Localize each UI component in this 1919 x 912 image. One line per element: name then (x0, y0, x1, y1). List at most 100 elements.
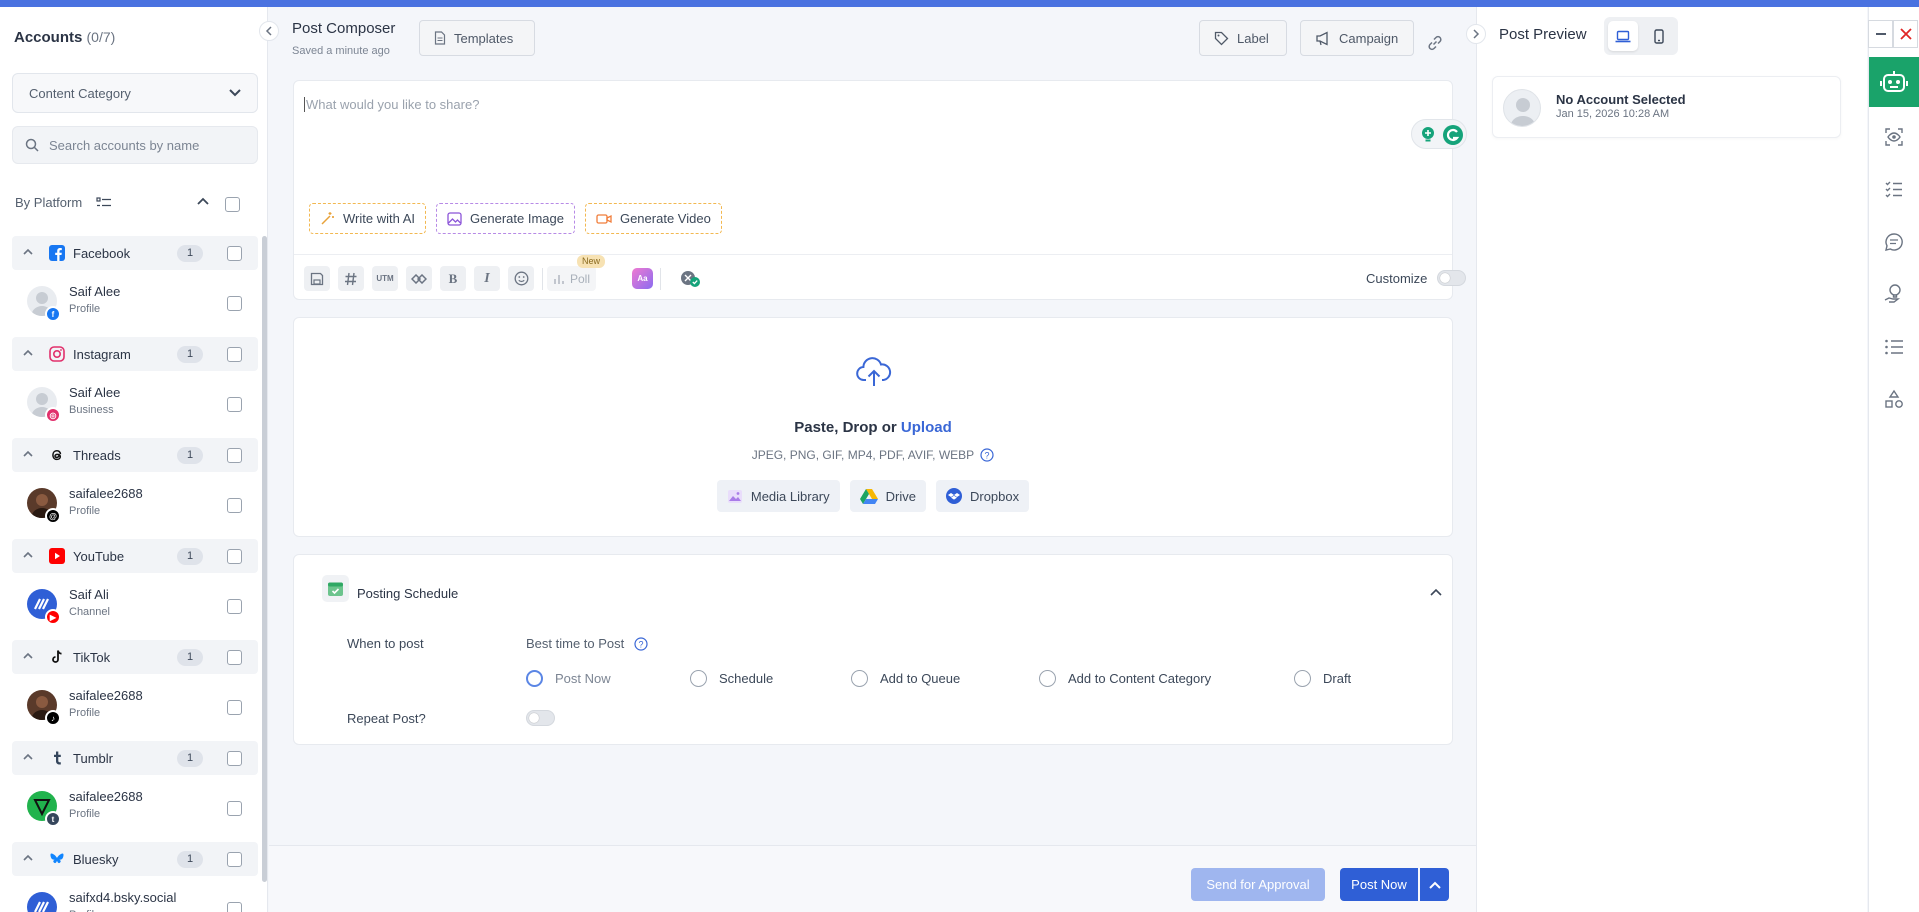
chevron-up-icon[interactable] (22, 549, 34, 561)
platform-checkbox[interactable] (227, 347, 242, 362)
generate-video-button[interactable]: Generate Video (584, 203, 722, 234)
chevron-up-icon[interactable] (22, 448, 34, 460)
platform-checkbox[interactable] (227, 852, 242, 867)
account-item[interactable]: ◎ Saif Alee Business (12, 371, 258, 438)
account-list-scrollbar[interactable] (262, 236, 267, 882)
drive-button[interactable]: Drive (849, 480, 926, 512)
platform-checkbox[interactable] (227, 549, 242, 564)
post-options-button[interactable] (1420, 868, 1449, 901)
close-button[interactable] (1893, 20, 1918, 48)
italic-button[interactable]: I (474, 266, 500, 291)
account-item[interactable]: ✦ saifxd4.bsky.social Profile (12, 876, 258, 912)
chevron-up-icon[interactable] (197, 197, 209, 205)
post-editor[interactable]: What would you like to share? Write with… (293, 80, 1467, 300)
mobile-view-button[interactable] (1644, 21, 1674, 51)
account-checkbox[interactable] (227, 700, 242, 715)
select-all-checkbox[interactable] (225, 197, 240, 212)
radio-add-to-queue[interactable]: Add to Queue (851, 670, 960, 687)
account-checkbox[interactable] (227, 902, 242, 912)
customize-toggle[interactable] (1437, 270, 1466, 286)
radio-button[interactable] (851, 670, 868, 687)
content-category-select[interactable]: Content Category (12, 73, 258, 113)
emoji-icon[interactable] (508, 266, 534, 291)
radio-button[interactable] (690, 670, 707, 687)
account-search[interactable] (12, 126, 258, 164)
account-item[interactable]: t saifalee2688 Profile (12, 775, 258, 842)
post-now-button[interactable]: Post Now (1340, 868, 1418, 901)
platform-group-bluesky[interactable]: Bluesky 1 (12, 842, 258, 876)
poll-button[interactable]: Poll (547, 266, 597, 291)
minimize-button[interactable] (1868, 20, 1893, 48)
account-checkbox[interactable] (227, 397, 242, 412)
bold-button[interactable]: B (440, 266, 466, 291)
list-icon[interactable] (1883, 336, 1905, 358)
list-filter-icon[interactable] (96, 196, 112, 210)
comments-icon[interactable] (1883, 231, 1905, 253)
platform-group-facebook[interactable]: Facebook 1 (12, 236, 258, 270)
platform-checkbox[interactable] (227, 246, 242, 261)
platform-group-tumblr[interactable]: Tumblr 1 (12, 741, 258, 775)
account-item[interactable]: f Saif Alee Profile (12, 270, 258, 337)
radio-button[interactable] (526, 670, 543, 687)
link-shortener-icon[interactable] (406, 266, 432, 291)
media-upload-area[interactable]: Paste, Drop or Upload JPEG, PNG, GIF, MP… (293, 317, 1453, 537)
grammarly-icon[interactable] (1442, 124, 1464, 146)
utm-button[interactable]: UTM (372, 266, 398, 291)
platform-checkbox[interactable] (227, 448, 242, 463)
save-icon[interactable] (304, 266, 330, 291)
radio-schedule[interactable]: Schedule (690, 670, 773, 687)
ai-font-icon[interactable]: Aa (632, 268, 653, 289)
link-icon[interactable] (1426, 34, 1444, 52)
search-input[interactable] (49, 137, 249, 153)
eye-preview-icon[interactable] (1883, 126, 1905, 148)
platform-checkbox[interactable] (227, 751, 242, 766)
account-checkbox[interactable] (227, 498, 242, 513)
label-button[interactable]: Label (1199, 20, 1287, 56)
send-for-approval-button[interactable]: Send for Approval (1191, 868, 1325, 901)
radio-add-to-content-category[interactable]: Add to Content Category (1039, 670, 1211, 687)
help-icon[interactable]: ? (980, 448, 994, 462)
platform-group-instagram[interactable]: Instagram 1 (12, 337, 258, 371)
help-icon[interactable]: ? (634, 637, 648, 651)
account-checkbox[interactable] (227, 801, 242, 816)
chevron-up-icon[interactable] (22, 751, 34, 763)
chevron-up-icon[interactable] (22, 852, 34, 864)
shapes-icon[interactable] (1883, 388, 1905, 410)
account-checkbox[interactable] (227, 599, 242, 614)
collapse-preview-button[interactable] (1466, 24, 1486, 44)
radio-button[interactable] (1294, 670, 1311, 687)
campaign-button[interactable]: Campaign (1300, 20, 1414, 56)
x-toggle-icon[interactable] (680, 269, 702, 289)
upload-link[interactable]: Upload (901, 419, 952, 436)
ideas-icon[interactable] (1883, 283, 1905, 305)
radio-button[interactable] (1039, 670, 1056, 687)
account-checkbox[interactable] (227, 296, 242, 311)
desktop-view-button[interactable] (1608, 21, 1638, 51)
chevron-up-icon[interactable] (22, 650, 34, 662)
platform-group-tiktok[interactable]: TikTok 1 (12, 640, 258, 674)
platform-group-threads[interactable]: Threads 1 (12, 438, 258, 472)
hashtag-icon[interactable] (338, 266, 364, 291)
chevron-up-icon[interactable] (22, 347, 34, 359)
radio-post-now[interactable]: Post Now (526, 670, 611, 687)
platform-group-youtube[interactable]: YouTube 1 (12, 539, 258, 573)
platform-checkbox[interactable] (227, 650, 242, 665)
account-item[interactable]: ▶ Saif Ali Channel (12, 573, 258, 640)
chevron-up-icon[interactable] (1430, 588, 1442, 596)
account-item[interactable]: @ saifalee2688 Profile (12, 472, 258, 539)
checklist-icon[interactable] (1883, 178, 1905, 200)
write-with-ai-button[interactable]: Write with AI (309, 203, 427, 234)
collapse-accounts-button[interactable] (259, 21, 279, 41)
editor-placeholder[interactable]: What would you like to share? (304, 97, 479, 112)
repeat-post-toggle[interactable] (526, 710, 555, 726)
dropbox-button[interactable]: Dropbox (935, 480, 1030, 512)
chevron-up-icon[interactable] (22, 246, 34, 258)
radio-draft[interactable]: Draft (1294, 670, 1351, 687)
ai-assistant-button[interactable] (1869, 57, 1919, 107)
lightbulb-icon[interactable] (1420, 126, 1436, 144)
grammarly-widget[interactable] (1411, 119, 1467, 149)
generate-image-button[interactable]: Generate Image (436, 203, 575, 234)
templates-button[interactable]: Templates (419, 20, 535, 56)
account-item[interactable]: ♪ saifalee2688 Profile (12, 674, 258, 741)
media-library-button[interactable]: Media Library (716, 480, 840, 512)
